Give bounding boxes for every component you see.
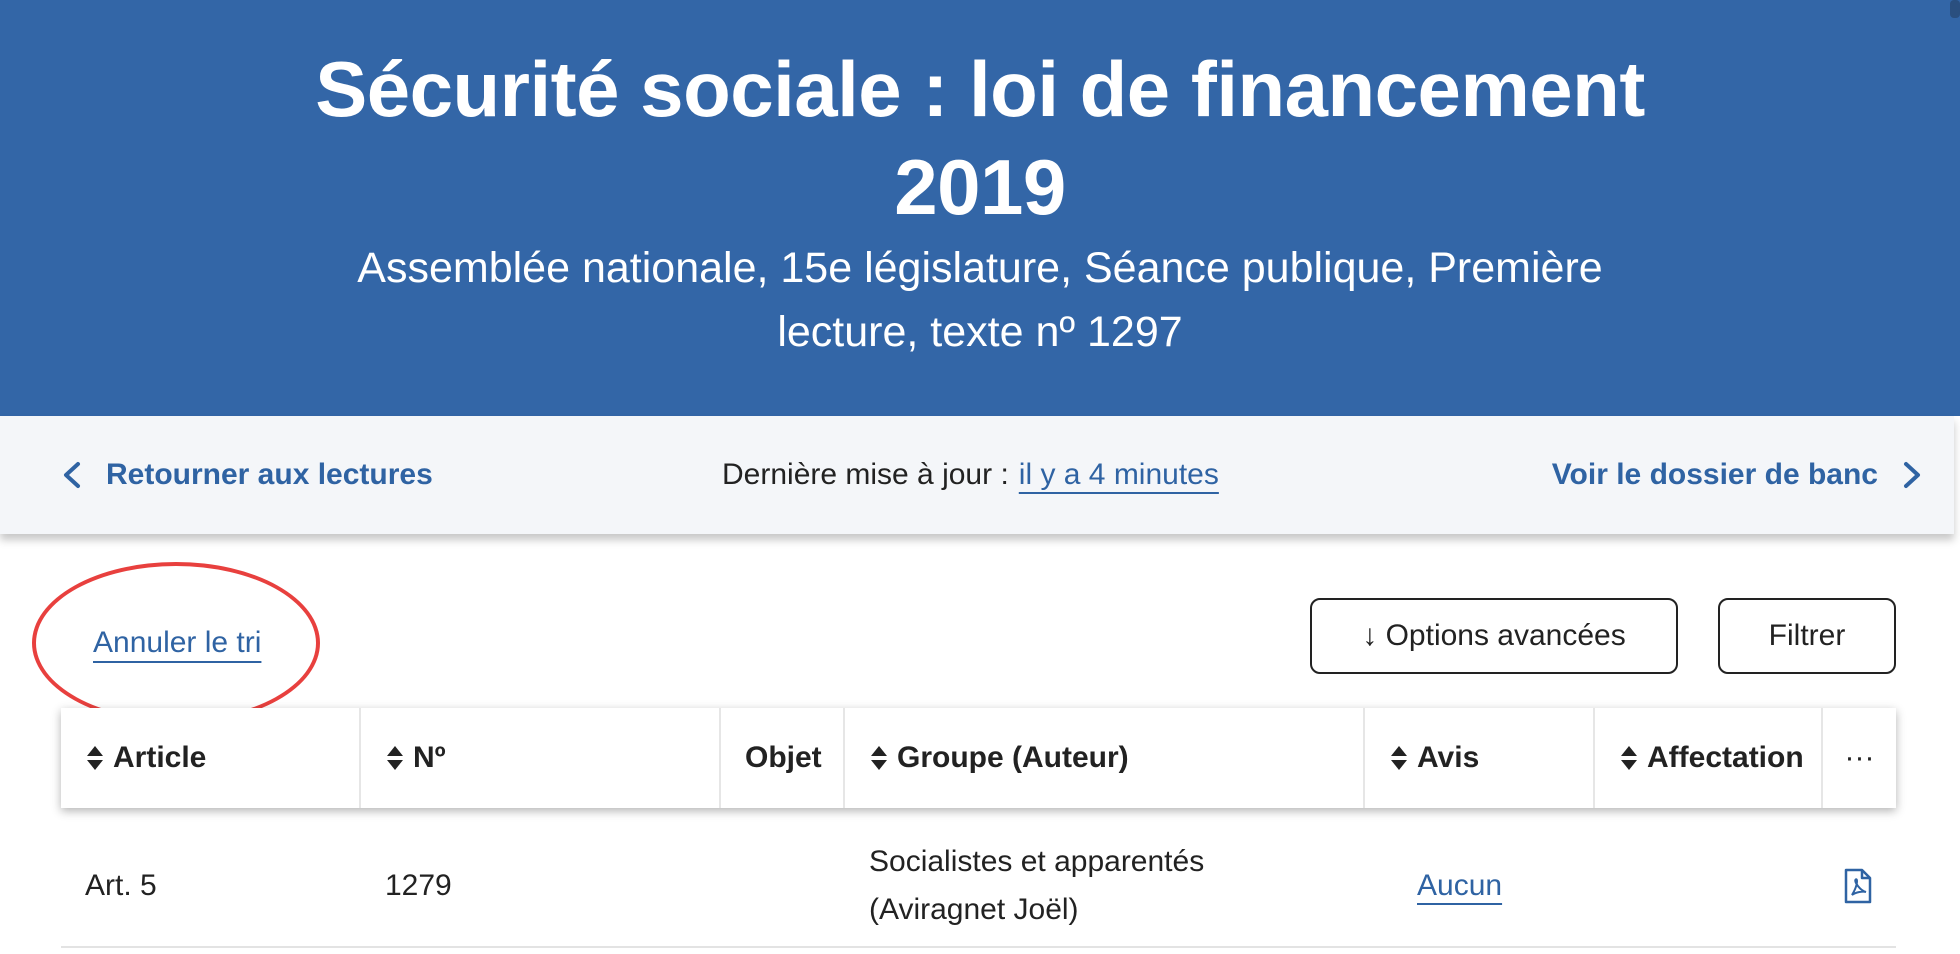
- page-header: Sécurité sociale : loi de financement 20…: [0, 0, 1960, 416]
- column-label: Affectation: [1647, 741, 1804, 774]
- sort-icon: [871, 746, 887, 770]
- column-header-avis[interactable]: Avis: [1365, 708, 1595, 808]
- scrollbar-thumb[interactable]: [1950, 0, 1960, 18]
- dossier-de-banc-link[interactable]: Voir le dossier de banc: [1552, 416, 1924, 534]
- advanced-options-button[interactable]: ↓ Options avancées: [1310, 598, 1678, 674]
- more-icon: ···: [1844, 741, 1875, 774]
- chevron-right-icon: [1904, 462, 1920, 488]
- table-row[interactable]: Art. 5 1279 Socialistes et apparentés (A…: [61, 826, 1896, 948]
- back-to-readings-link[interactable]: Retourner aux lectures: [60, 416, 433, 534]
- cell-numero: 1279: [385, 869, 452, 902]
- column-header-more[interactable]: ···: [1823, 708, 1896, 808]
- sort-icon: [1621, 746, 1637, 770]
- pdf-file-icon[interactable]: [1843, 868, 1873, 904]
- reading-navbar: Retourner aux lectures Dernière mise à j…: [0, 416, 1954, 534]
- filter-label: Filtrer: [1768, 619, 1846, 652]
- sort-icon: [387, 746, 403, 770]
- column-label: Article: [113, 741, 207, 774]
- filter-button[interactable]: Filtrer: [1718, 598, 1896, 674]
- column-header-numero[interactable]: Nº: [361, 708, 721, 808]
- column-header-article[interactable]: Article: [61, 708, 361, 808]
- sort-icon: [1391, 746, 1407, 770]
- cell-actions: [1843, 826, 1873, 946]
- back-to-readings-label: Retourner aux lectures: [106, 458, 433, 491]
- dossier-de-banc-label: Voir le dossier de banc: [1551, 458, 1878, 491]
- column-label: Objet: [745, 741, 822, 774]
- table-header: Article Nº Objet Groupe (Auteur) Avis Af…: [61, 708, 1896, 808]
- page-title: Sécurité sociale : loi de financement 20…: [315, 45, 1645, 231]
- last-update-link[interactable]: il y a 4 minutes: [1019, 458, 1219, 492]
- avis-link[interactable]: Aucun: [1417, 869, 1502, 903]
- last-update-prefix: Dernière mise à jour :: [722, 458, 1009, 491]
- column-header-groupe[interactable]: Groupe (Auteur): [845, 708, 1365, 808]
- cancel-sort-link[interactable]: Annuler le tri: [93, 626, 261, 660]
- cell-groupe-author: (Aviragnet Joël): [869, 893, 1079, 926]
- column-label: Nº: [413, 741, 446, 774]
- cell-groupe-line: Socialistes et apparentés: [869, 845, 1205, 878]
- column-header-objet: Objet: [721, 708, 845, 808]
- cell-article: Art. 5: [85, 869, 157, 902]
- chevron-left-icon: [64, 462, 80, 488]
- column-label: Groupe (Auteur): [897, 741, 1129, 774]
- column-header-affectation[interactable]: Affectation: [1595, 708, 1823, 808]
- sort-icon: [87, 746, 103, 770]
- last-update: Dernière mise à jour : il y a 4 minutes: [722, 416, 1219, 534]
- cell-groupe: Socialistes et apparentés (Aviragnet Joë…: [869, 826, 1204, 946]
- cell-avis: Aucun: [1417, 826, 1502, 946]
- column-label: Avis: [1417, 741, 1480, 774]
- advanced-options-label: ↓ Options avancées: [1362, 619, 1626, 652]
- page-subtitle: Assemblée nationale, 15e législature, Sé…: [357, 244, 1603, 356]
